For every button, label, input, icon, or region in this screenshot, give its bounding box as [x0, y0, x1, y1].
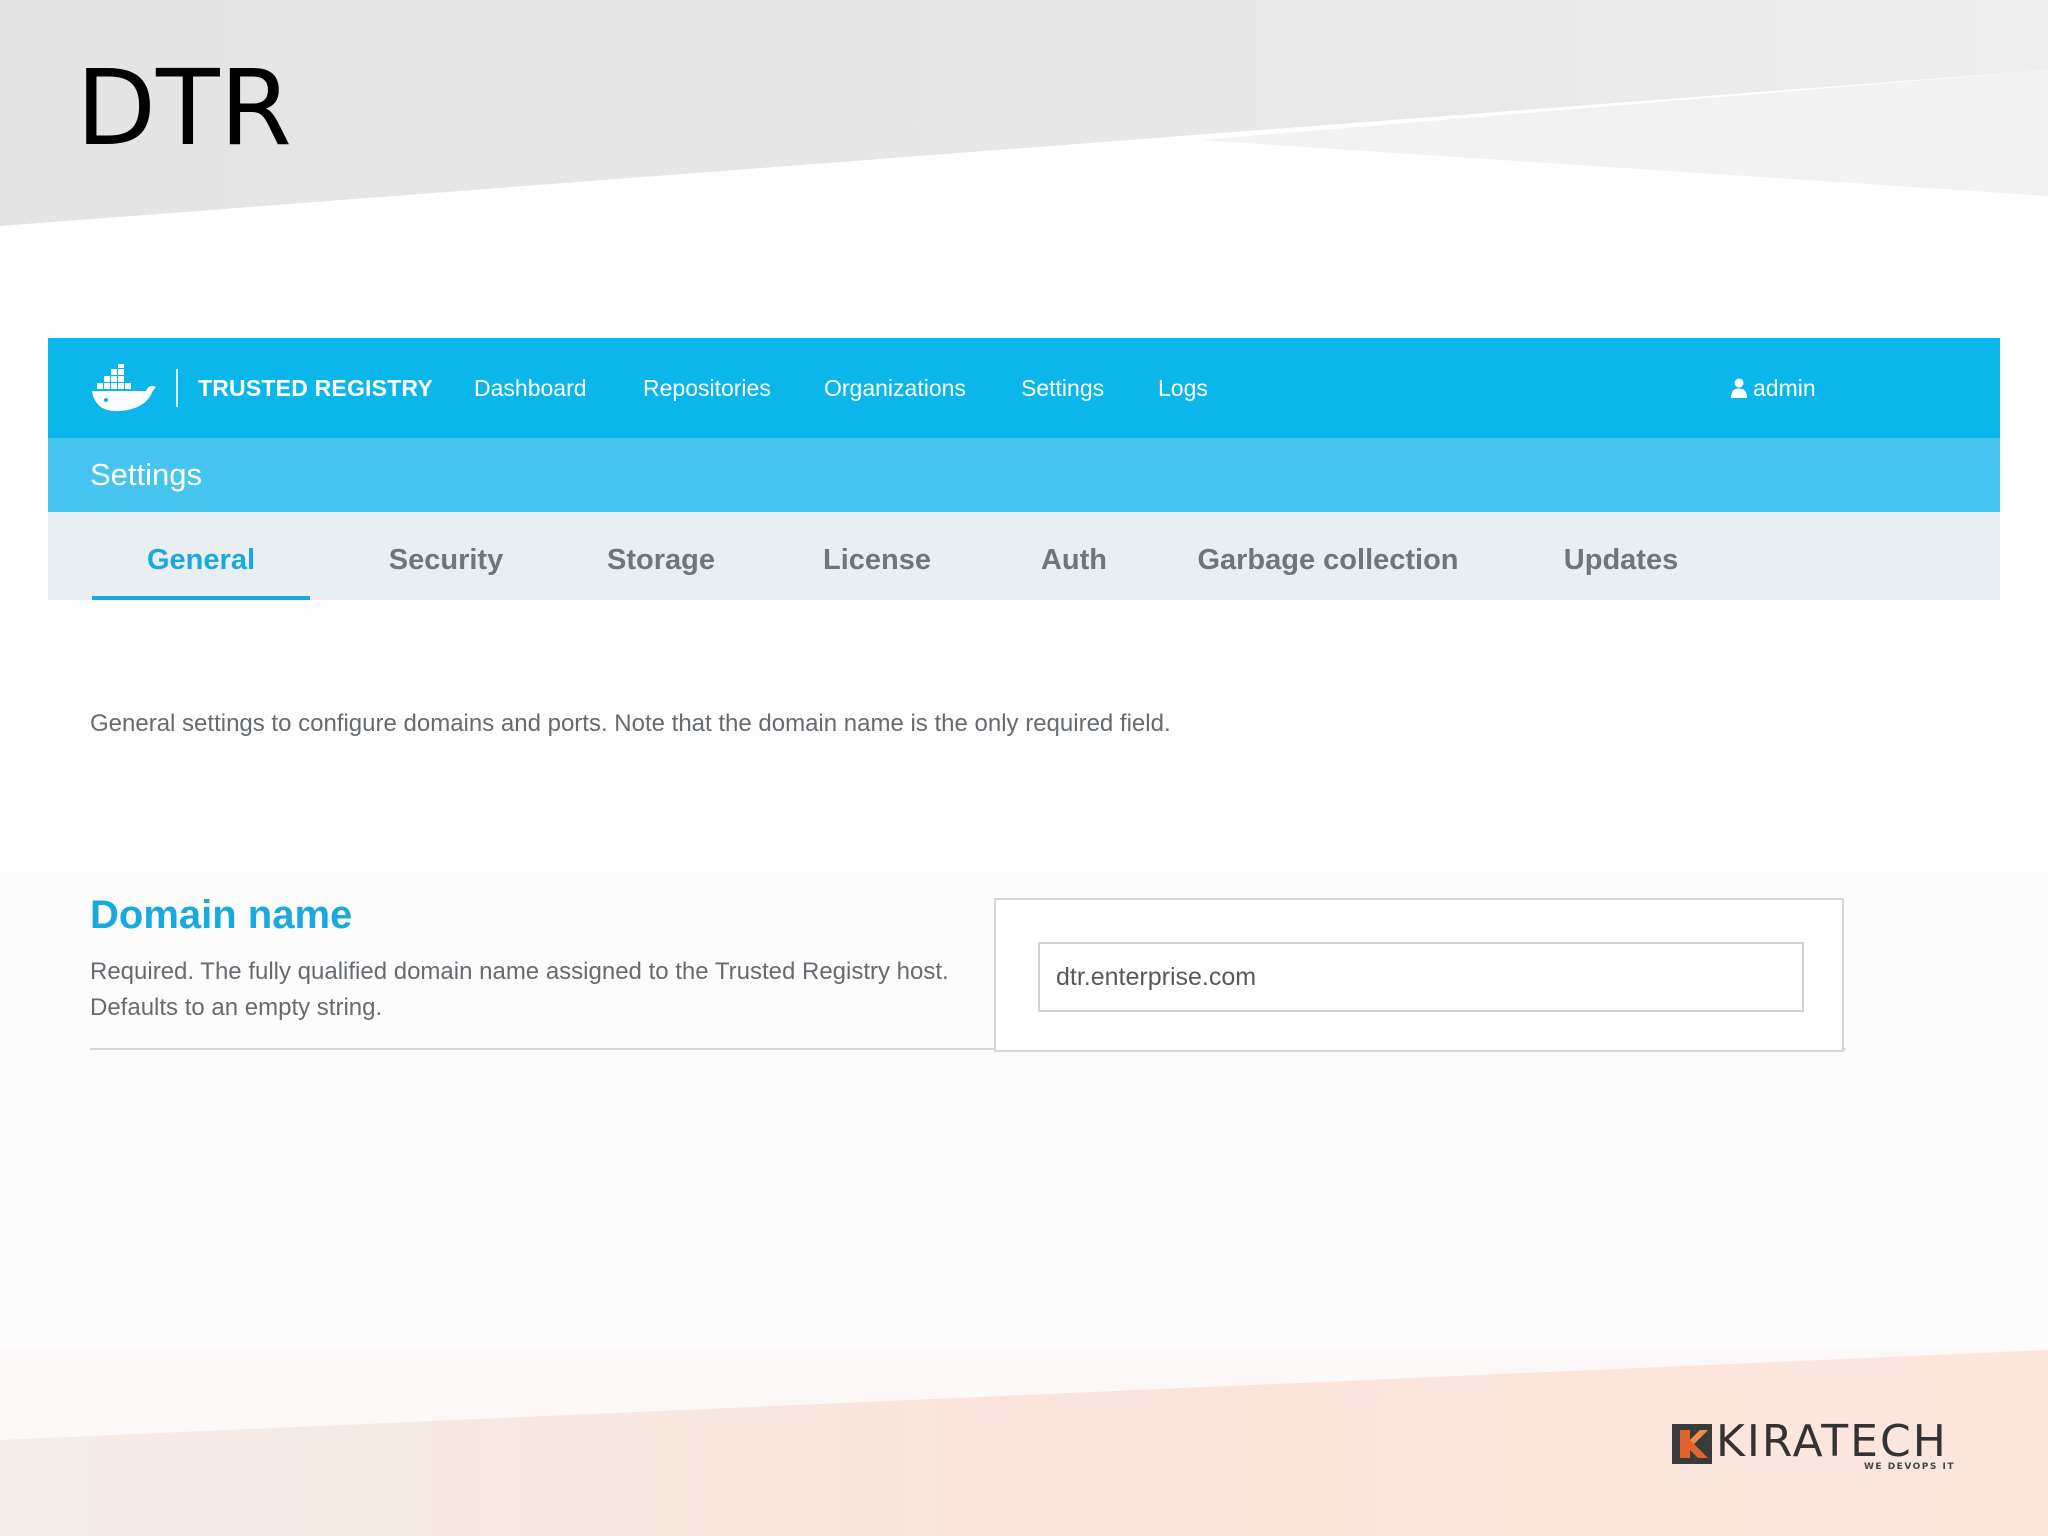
tab-security[interactable]: Security — [366, 512, 526, 600]
page-header: Settings — [48, 438, 2000, 512]
kiratech-logo: KIRATECH WE DEVOPS IT — [1672, 1416, 1972, 1476]
tab-auth[interactable]: Auth — [1018, 512, 1130, 600]
user-name: admin — [1753, 375, 1816, 401]
user-icon — [1731, 378, 1747, 398]
domain-description: Required. The fully qualified domain nam… — [90, 958, 949, 1021]
kiratech-k-icon — [1672, 1424, 1712, 1464]
brand-divider — [176, 369, 178, 407]
domain-input-panel — [994, 898, 1844, 1052]
nav-repositories[interactable]: Repositories — [643, 338, 771, 438]
page-title: Settings — [90, 457, 203, 492]
nav-logs[interactable]: Logs — [1158, 338, 1208, 438]
slide-title: DTR — [76, 47, 292, 169]
nav-dashboard[interactable]: Dashboard — [474, 338, 587, 438]
tab-updates[interactable]: Updates — [1546, 512, 1696, 600]
tab-general[interactable]: General — [92, 512, 310, 600]
intro-text: General settings to configure domains an… — [90, 710, 1171, 737]
docker-whale-icon — [92, 364, 156, 411]
domain-heading: Domain name — [90, 893, 353, 937]
brand-logo[interactable] — [90, 364, 160, 412]
domain-input[interactable] — [1038, 942, 1804, 1012]
kiratech-tagline: WE DEVOPS IT — [1864, 1462, 1955, 1472]
tab-garbage-collection[interactable]: Garbage collection — [1188, 512, 1468, 600]
top-navbar: TRUSTED REGISTRY Dashboard Repositories … — [48, 338, 2000, 438]
nav-settings[interactable]: Settings — [1021, 338, 1104, 438]
brand-name[interactable]: TRUSTED REGISTRY — [198, 338, 433, 438]
domain-section: Domain name Required. The fully qualifie… — [90, 890, 950, 1026]
user-menu[interactable]: admin — [1731, 338, 1816, 438]
nav-organizations[interactable]: Organizations — [824, 338, 966, 438]
tab-storage[interactable]: Storage — [586, 512, 736, 600]
settings-tabs: General Security Storage License Auth Ga… — [48, 512, 2000, 600]
tab-license[interactable]: License — [802, 512, 952, 600]
